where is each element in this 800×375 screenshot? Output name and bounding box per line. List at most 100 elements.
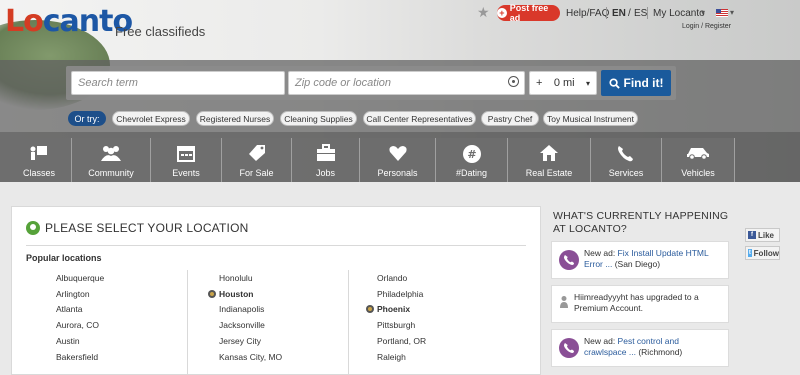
location-column-3: Orlando Philadelphia Phoenix Pittsburgh … bbox=[366, 270, 426, 365]
zip-placeholder: Zip code or location bbox=[295, 77, 391, 89]
featured-icon bbox=[208, 289, 216, 298]
activity-card-prefix: New ad: bbox=[584, 248, 618, 258]
location-link[interactable]: Atlanta bbox=[56, 302, 104, 318]
category-label: For Sale bbox=[239, 168, 274, 178]
activity-card[interactable]: New ad: Fix Install Update HTML Error ..… bbox=[551, 241, 729, 279]
locanto-logo[interactable]: Locanto bbox=[5, 4, 133, 39]
category-label: Real Estate bbox=[525, 168, 573, 178]
car-icon bbox=[687, 148, 709, 160]
suggestion-pill[interactable]: Toy Musical Instrument bbox=[543, 111, 638, 126]
category-services[interactable]: Services bbox=[591, 138, 662, 182]
location-link[interactable]: Kansas City, MO bbox=[208, 349, 282, 365]
star-icon[interactable]: ★ bbox=[477, 4, 490, 21]
category-nav: Classes Community Events For Sale Jobs P… bbox=[7, 138, 735, 182]
post-free-ad-label: Post free ad bbox=[509, 3, 549, 23]
location-link-label: Jersey City bbox=[219, 336, 262, 347]
location-link-label: Houston bbox=[219, 288, 254, 299]
location-link[interactable]: Arlington bbox=[56, 286, 104, 302]
location-link[interactable]: Bakersfield bbox=[56, 349, 104, 365]
location-link[interactable]: Raleigh bbox=[366, 349, 426, 365]
help-faq-link[interactable]: Help/FAQ bbox=[566, 8, 609, 19]
column-divider bbox=[348, 270, 349, 375]
activity-card-text: Hiimreadyyyht has upgraded to a Premium … bbox=[574, 292, 699, 313]
lang-en-link[interactable]: EN bbox=[612, 8, 626, 19]
category-vehicles[interactable]: Vehicles bbox=[662, 138, 735, 182]
divider bbox=[26, 245, 526, 246]
category-label: Jobs bbox=[315, 168, 335, 178]
phone-icon bbox=[559, 250, 579, 270]
login-register-link[interactable]: Login / Register bbox=[682, 23, 731, 30]
location-link-featured[interactable]: Houston bbox=[208, 286, 282, 302]
location-link-label: Raleigh bbox=[377, 351, 406, 362]
location-link[interactable]: Pittsburgh bbox=[366, 317, 426, 333]
target-icon[interactable] bbox=[508, 76, 519, 87]
like-label: Like bbox=[758, 230, 775, 240]
category-classes[interactable]: Classes bbox=[7, 138, 72, 182]
suggestion-pill[interactable]: Call Center Representatives bbox=[363, 111, 476, 126]
search-icon bbox=[608, 77, 620, 89]
post-free-ad-button[interactable]: + Post free ad bbox=[497, 3, 560, 23]
location-link[interactable]: Philadelphia bbox=[366, 286, 426, 302]
location-link[interactable]: Jersey City bbox=[208, 333, 282, 349]
category-for-sale[interactable]: For Sale bbox=[222, 138, 292, 182]
location-link[interactable]: Orlando bbox=[366, 270, 426, 286]
location-link-label: Portland, OR bbox=[377, 336, 427, 347]
suggestion-pill[interactable]: Pastry Chef bbox=[481, 111, 539, 126]
svg-text:#: # bbox=[467, 148, 476, 161]
category-personals[interactable]: Personals bbox=[360, 138, 436, 182]
location-link[interactable]: Austin bbox=[56, 333, 104, 349]
activity-card[interactable]: New ad: Pest control and crawlspace ... … bbox=[551, 329, 729, 367]
location-pin-icon bbox=[26, 221, 40, 235]
category-label: Vehicles bbox=[681, 168, 715, 178]
activity-card[interactable]: Hiimreadyyyht has upgraded to a Premium … bbox=[551, 285, 729, 323]
category-real-estate[interactable]: Real Estate bbox=[508, 138, 591, 182]
facebook-icon: f bbox=[748, 231, 756, 239]
lang-separator: / bbox=[628, 8, 631, 19]
location-link[interactable]: Indianapolis bbox=[208, 302, 282, 318]
location-link[interactable]: Honolulu bbox=[208, 270, 282, 286]
chevron-down-icon[interactable]: ▾ bbox=[730, 8, 734, 17]
search-term-input[interactable]: Search term bbox=[71, 71, 285, 95]
heart-icon bbox=[388, 146, 407, 161]
location-link[interactable]: Aurora, CO bbox=[56, 317, 104, 333]
distance-select[interactable]: + 0 mi ▾ bbox=[529, 71, 597, 95]
category-dating[interactable]: # #Dating bbox=[436, 138, 508, 182]
location-link-label: Orlando bbox=[377, 272, 408, 283]
logo-part-a: Lo bbox=[5, 4, 44, 39]
chevron-down-icon[interactable]: ▾ bbox=[701, 8, 705, 17]
location-link[interactable]: Albuquerque bbox=[56, 270, 104, 286]
zip-location-input[interactable]: Zip code or location bbox=[288, 71, 525, 95]
category-events[interactable]: Events bbox=[151, 138, 222, 182]
suggestion-pill[interactable]: Chevrolet Express bbox=[112, 111, 190, 126]
phone-icon bbox=[559, 338, 579, 358]
twitter-follow-button[interactable]: t Follow bbox=[745, 246, 780, 260]
or-try-label: Or try: bbox=[68, 111, 106, 126]
facebook-like-button[interactable]: f Like bbox=[745, 228, 780, 242]
search-term-placeholder: Search term bbox=[78, 77, 138, 89]
activity-heading-line2: AT LOCANTO? bbox=[553, 223, 627, 235]
category-community[interactable]: Community bbox=[72, 138, 151, 182]
category-label: Classes bbox=[22, 168, 55, 178]
location-link[interactable]: Portland, OR bbox=[366, 333, 426, 349]
plus-icon: + bbox=[497, 8, 507, 18]
tag-icon bbox=[248, 145, 265, 161]
find-it-label: Find it! bbox=[623, 76, 664, 90]
plus-icon[interactable]: + bbox=[536, 77, 542, 89]
activity-card-prefix: New ad: bbox=[584, 336, 618, 346]
category-jobs[interactable]: Jobs bbox=[292, 138, 360, 182]
location-link-featured[interactable]: Phoenix bbox=[366, 302, 426, 318]
my-locanto-menu[interactable]: My Locanto bbox=[653, 8, 705, 19]
suggestion-pill[interactable]: Cleaning Supplies bbox=[280, 111, 357, 126]
flag-icon[interactable] bbox=[716, 9, 728, 17]
category-label: Services bbox=[608, 168, 644, 178]
location-panel-header: PLEASE SELECT YOUR LOCATION bbox=[26, 221, 248, 235]
location-panel: PLEASE SELECT YOUR LOCATION Popular loca… bbox=[11, 206, 541, 375]
find-it-button[interactable]: Find it! bbox=[601, 70, 671, 96]
category-label: #Dating bbox=[455, 168, 488, 178]
category-label: Personals bbox=[377, 168, 418, 178]
column-divider bbox=[187, 270, 188, 375]
location-link[interactable]: Jacksonville bbox=[208, 317, 282, 333]
suggestion-pill[interactable]: Registered Nurses bbox=[196, 111, 274, 126]
lang-es-link[interactable]: ES bbox=[634, 8, 647, 19]
classes-icon bbox=[30, 146, 47, 160]
